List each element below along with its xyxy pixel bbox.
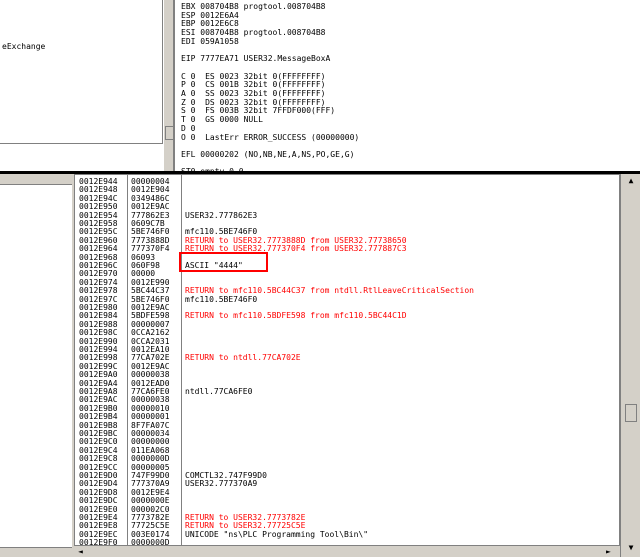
stack-column-divider-2 bbox=[181, 175, 182, 556]
registers-scrollbar[interactable] bbox=[163, 0, 174, 171]
stack-pane[interactable]: 0012E944 00000004 0012E948 0012E904 0012E94C… bbox=[74, 174, 620, 557]
scroll-down-arrow-icon[interactable]: ▼ bbox=[625, 543, 637, 553]
top-left-lower-pane bbox=[0, 143, 163, 171]
register-row[interactable]: S 0 FS 003B 32bit 7FFDF000(FFF) bbox=[181, 106, 335, 115]
register-row[interactable]: Z 0 DS 0023 32bit 0(FFFFFFFF) bbox=[181, 98, 326, 107]
register-row[interactable]: EIP 7777EA71 USER32.MessageBoxA bbox=[181, 54, 330, 63]
register-row[interactable]: O 0 LastErr ERROR_SUCCESS (00000000) bbox=[181, 133, 359, 142]
stack-comment: USER32.777862E3 bbox=[185, 210, 258, 220]
register-row[interactable]: T 0 GS 0000 NULL bbox=[181, 115, 263, 124]
bottom-left-scrollbar[interactable] bbox=[0, 547, 72, 557]
stack-comment: RETURN to ntdll.77CA702E bbox=[185, 353, 301, 363]
scroll-up-arrow-icon[interactable]: ▲ bbox=[625, 176, 637, 186]
register-row[interactable]: EDI 059A1058 bbox=[181, 37, 239, 46]
register-row[interactable]: D 0 bbox=[181, 124, 195, 133]
stack-scrollbar[interactable]: ▲ ▼ bbox=[620, 174, 640, 557]
top-left-pane: eExchange bbox=[0, 0, 163, 143]
register-row[interactable]: ESI 008704B8 progtool.008704B8 bbox=[181, 28, 326, 37]
register-row[interactable]: C 0 ES 0023 32bit 0(FFFFFFFF) bbox=[181, 72, 326, 81]
register-row[interactable]: A 0 SS 0023 32bit 0(FFFFFFFF) bbox=[181, 89, 326, 98]
highlight-box bbox=[179, 252, 268, 272]
register-row[interactable]: EBX 008704B8 progtool.008704B8 bbox=[181, 2, 326, 11]
stack-comment: UNICODE "ns\PLC Programming Tool\Bin\" bbox=[185, 529, 369, 539]
bottom-left-header bbox=[0, 174, 72, 185]
stack-horizontal-scrollbar[interactable]: ◄ ► bbox=[74, 545, 620, 557]
stack-column-divider-1 bbox=[127, 175, 128, 556]
register-row[interactable]: P 0 CS 001B 32bit 0(FFFFFFFF) bbox=[181, 80, 326, 89]
stack-comment: USER32.777370A9 bbox=[185, 479, 258, 489]
top-left-text: eExchange bbox=[2, 42, 46, 51]
stack-comment: ntdll.77CA6FE0 bbox=[185, 387, 253, 396]
scroll-right-arrow-icon[interactable]: ► bbox=[606, 547, 611, 556]
registers-pane: EBX 008704B8 progtool.008704B8 ESP 0012E6… bbox=[174, 0, 640, 171]
stack-comment: RETURN to mfc110.5BDFE598 from mfc110.5B… bbox=[185, 311, 407, 321]
register-row[interactable]: EBP 0012E6C8 bbox=[181, 19, 239, 28]
stack-scroll-thumb[interactable] bbox=[625, 404, 637, 422]
register-row[interactable]: EFL 00000202 (NO,NB,NE,A,NS,PO,GE,G) bbox=[181, 150, 354, 159]
registers-scroll-thumb[interactable] bbox=[165, 126, 173, 140]
stack-comment: mfc110.5BE746F0 bbox=[185, 294, 258, 304]
bottom-left-pane bbox=[0, 174, 72, 557]
scroll-left-arrow-icon[interactable]: ◄ bbox=[78, 547, 83, 556]
register-row[interactable]: ESP 0012E6A4 bbox=[181, 11, 239, 20]
